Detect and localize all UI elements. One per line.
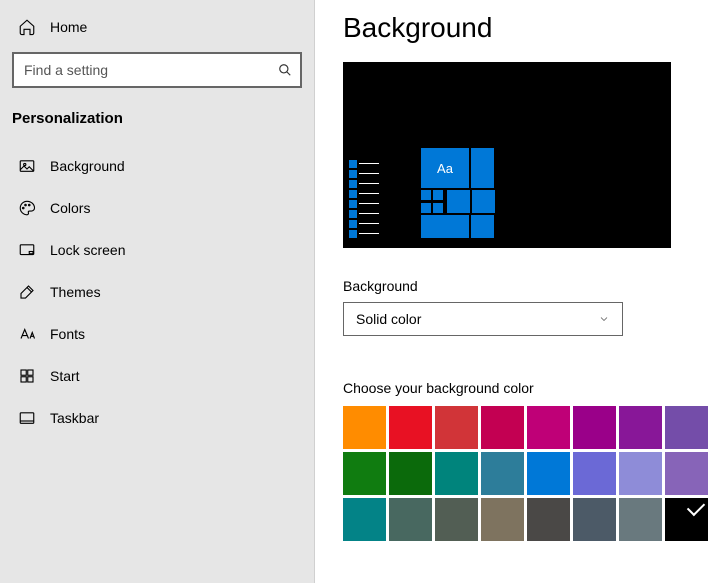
start-icon bbox=[18, 367, 36, 385]
color-section-label: Choose your background color bbox=[343, 380, 685, 396]
color-swatch[interactable] bbox=[619, 406, 662, 449]
color-swatch[interactable] bbox=[619, 452, 662, 495]
color-swatch[interactable] bbox=[619, 498, 662, 541]
chevron-down-icon bbox=[598, 313, 610, 325]
sidebar-item-label: Lock screen bbox=[50, 242, 125, 258]
color-swatch[interactable] bbox=[481, 452, 524, 495]
color-swatch[interactable] bbox=[665, 498, 708, 541]
color-swatch[interactable] bbox=[665, 406, 708, 449]
image-icon bbox=[18, 157, 36, 175]
color-swatch[interactable] bbox=[389, 498, 432, 541]
color-swatch[interactable] bbox=[435, 498, 478, 541]
page-title: Background bbox=[343, 12, 685, 44]
background-field-label: Background bbox=[343, 278, 685, 294]
sidebar-item-label: Fonts bbox=[50, 326, 85, 342]
color-swatch[interactable] bbox=[389, 452, 432, 495]
preview-sample-tile: Aa bbox=[421, 148, 469, 188]
sidebar-item-label: Themes bbox=[50, 284, 101, 300]
sidebar-item-lockscreen[interactable]: Lock screen bbox=[0, 229, 314, 271]
sidebar-item-fonts[interactable]: Fonts bbox=[0, 313, 314, 355]
color-swatch[interactable] bbox=[527, 498, 570, 541]
color-swatch[interactable] bbox=[527, 406, 570, 449]
fonts-icon bbox=[18, 325, 36, 343]
taskbar-icon bbox=[18, 409, 36, 427]
sidebar-item-label: Start bbox=[50, 368, 80, 384]
color-swatch[interactable] bbox=[573, 406, 616, 449]
color-swatch[interactable] bbox=[343, 452, 386, 495]
preview-start-list bbox=[349, 159, 379, 238]
color-swatch-grid bbox=[343, 406, 713, 541]
sidebar-item-start[interactable]: Start bbox=[0, 355, 314, 397]
sidebar-item-taskbar[interactable]: Taskbar bbox=[0, 397, 314, 439]
sidebar-item-label: Colors bbox=[50, 200, 90, 216]
nav-list: Background Colors Lock screen Themes Fon… bbox=[0, 145, 314, 439]
main-content: Background Aa bbox=[315, 0, 713, 583]
desktop-preview: Aa bbox=[343, 62, 671, 248]
settings-sidebar: Home Personalization Background Colors L… bbox=[0, 0, 315, 583]
search-wrap bbox=[12, 52, 302, 88]
home-label: Home bbox=[50, 19, 87, 35]
preview-start-tiles: Aa bbox=[421, 148, 495, 238]
color-swatch[interactable] bbox=[665, 452, 708, 495]
color-swatch[interactable] bbox=[481, 406, 524, 449]
color-swatch[interactable] bbox=[435, 452, 478, 495]
color-swatch[interactable] bbox=[527, 452, 570, 495]
color-swatch[interactable] bbox=[481, 498, 524, 541]
sidebar-item-background[interactable]: Background bbox=[0, 145, 314, 187]
color-swatch[interactable] bbox=[343, 498, 386, 541]
color-swatch[interactable] bbox=[343, 406, 386, 449]
color-swatch[interactable] bbox=[573, 452, 616, 495]
sidebar-item-themes[interactable]: Themes bbox=[0, 271, 314, 313]
color-swatch[interactable] bbox=[389, 406, 432, 449]
search-icon bbox=[278, 63, 292, 77]
lockscreen-icon bbox=[18, 241, 36, 259]
search-input[interactable] bbox=[12, 52, 302, 88]
palette-icon bbox=[18, 199, 36, 217]
background-dropdown[interactable]: Solid color bbox=[343, 302, 623, 336]
home-nav[interactable]: Home bbox=[0, 12, 314, 48]
sidebar-item-colors[interactable]: Colors bbox=[0, 187, 314, 229]
sidebar-item-label: Background bbox=[50, 158, 125, 174]
section-title: Personalization bbox=[0, 96, 314, 145]
dropdown-value: Solid color bbox=[356, 311, 421, 327]
themes-icon bbox=[18, 283, 36, 301]
home-icon bbox=[18, 18, 36, 36]
color-swatch[interactable] bbox=[573, 498, 616, 541]
color-swatch[interactable] bbox=[435, 406, 478, 449]
sidebar-item-label: Taskbar bbox=[50, 410, 99, 426]
